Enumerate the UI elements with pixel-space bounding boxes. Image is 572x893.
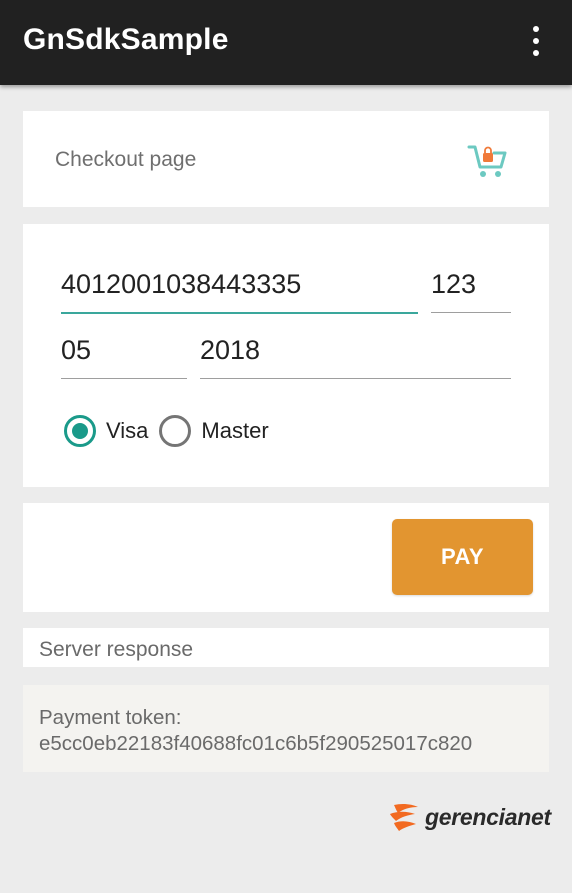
cvv-input[interactable]	[431, 264, 511, 304]
overflow-menu-icon[interactable]	[524, 26, 548, 56]
radio-visa-label: Visa	[106, 418, 149, 443]
expiry-year-underline	[200, 378, 511, 379]
pay-card: PAY	[23, 503, 549, 612]
payment-token-value: e5cc0eb22183f40688fc01c6b5f290525017c820	[39, 732, 473, 755]
card-number-field[interactable]	[61, 264, 418, 314]
app-bar: GnSdkSample	[0, 0, 572, 85]
payment-token-text: Payment token: e5cc0eb22183f40688fc01c6b…	[39, 705, 472, 757]
radio-checked-icon[interactable]	[64, 415, 96, 447]
cvv-field[interactable]	[431, 264, 511, 313]
cvv-underline	[431, 312, 511, 313]
expiry-month-input[interactable]	[61, 330, 187, 370]
payment-token-label: Payment token:	[39, 706, 182, 729]
card-brand-radio-group: Visa Master	[64, 414, 269, 448]
radio-unchecked-icon[interactable]	[159, 415, 192, 447]
app-title: GnSdkSample	[23, 23, 229, 56]
card-form: Visa Master	[23, 224, 549, 487]
radio-visa[interactable]: Visa	[64, 415, 148, 447]
expiry-month-field[interactable]	[61, 330, 187, 379]
server-response-card: Server response	[23, 628, 549, 667]
payment-token-box: Payment token: e5cc0eb22183f40688fc01c6b…	[23, 685, 549, 772]
server-response-label: Server response	[39, 638, 194, 661]
expiry-year-input[interactable]	[200, 330, 511, 370]
checkout-title: Checkout page	[55, 148, 197, 171]
checkout-header-card: Checkout page	[23, 111, 549, 207]
card-number-underline	[61, 312, 418, 314]
expiry-month-underline	[61, 378, 187, 379]
expiry-year-field[interactable]	[200, 330, 511, 379]
radio-master-label: Master	[201, 418, 269, 443]
gerencianet-logo-icon	[390, 803, 418, 831]
brand-name: gerencianet	[425, 803, 551, 830]
brand-logo: gerencianet	[388, 800, 551, 834]
radio-master[interactable]: Master	[159, 415, 269, 447]
pay-button[interactable]: PAY	[392, 519, 533, 595]
cart-lock-icon	[467, 145, 507, 177]
card-number-input[interactable]	[61, 264, 418, 304]
